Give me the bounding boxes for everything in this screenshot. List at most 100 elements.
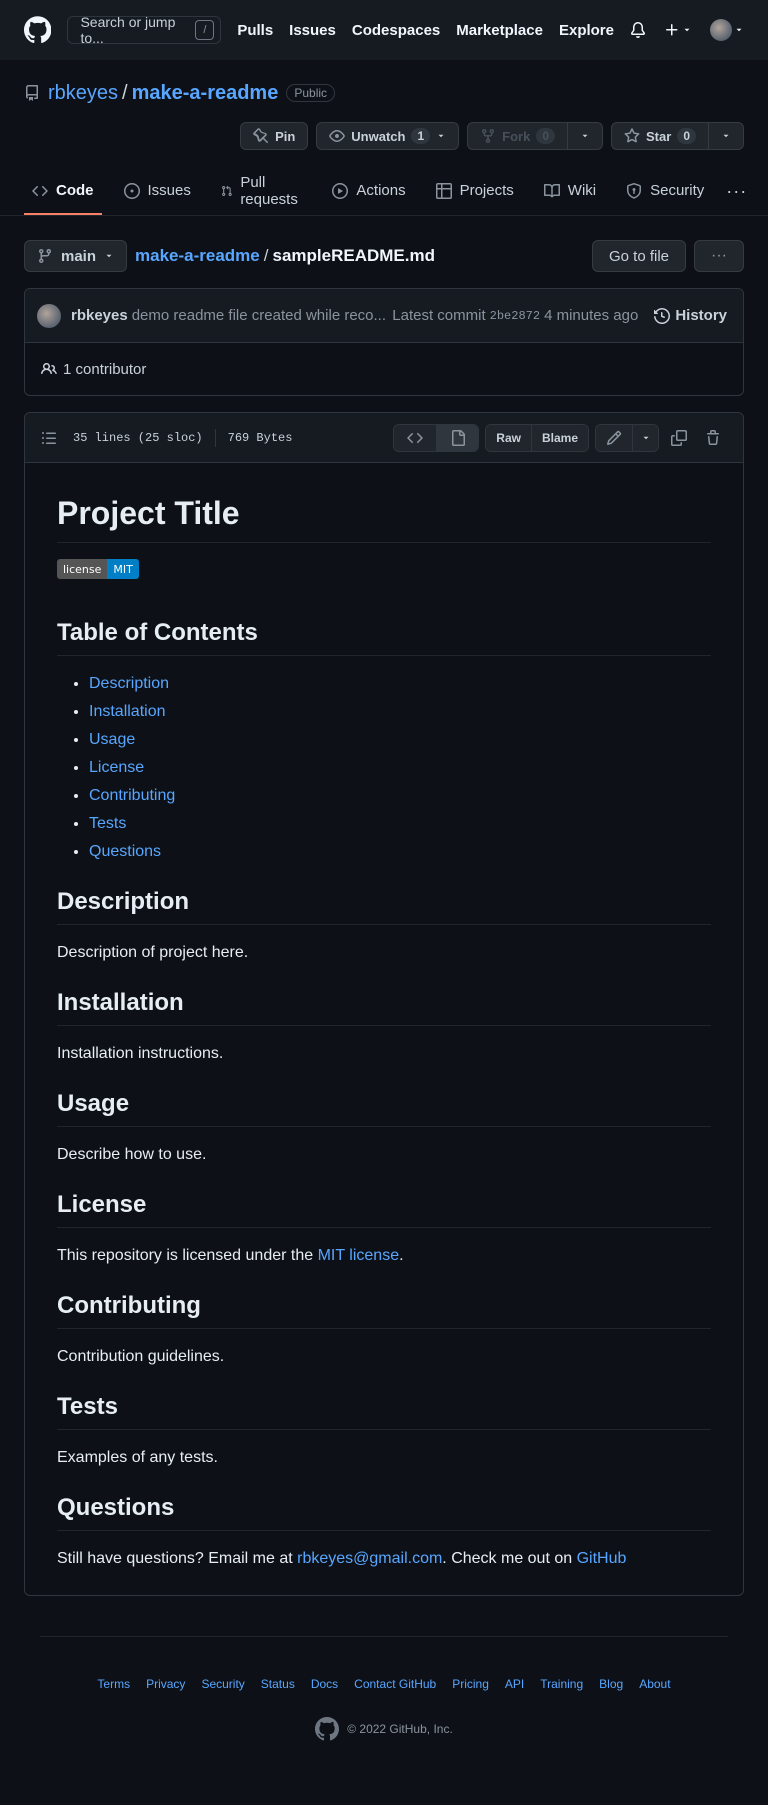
history-icon [654,307,671,324]
commit-author-link[interactable]: rbkeyes [71,307,128,324]
copy-button[interactable] [665,424,693,452]
toc-link-license[interactable]: License [89,759,144,776]
footer-link-docs[interactable]: Docs [311,1677,338,1691]
repo-header: rbkeyes / make-a-readme Public Pin Unwat… [0,60,768,152]
toc-link-usage[interactable]: Usage [89,731,135,748]
go-to-file-button[interactable]: Go to file [591,240,686,272]
toc-link-questions[interactable]: Questions [89,843,161,860]
source-view-button[interactable] [394,424,437,451]
pin-button[interactable]: Pin [240,122,309,150]
pull-request-icon [221,185,232,196]
toc-link-installation[interactable]: Installation [89,703,166,720]
github-logo-icon[interactable] [24,14,52,46]
tab-actions[interactable]: Actions [324,168,413,215]
nav-issues[interactable]: Issues [289,22,336,39]
more-tabs-button[interactable]: ··· [726,168,747,215]
list-item: Tests [89,812,711,836]
tab-pull-requests[interactable]: Pull requests [213,168,311,215]
star-dropdown[interactable] [708,123,743,149]
blame-button[interactable]: Blame [530,424,588,451]
caret-down-icon [438,134,444,138]
tab-wiki[interactable]: Wiki [536,168,604,215]
footer-link-blog[interactable]: Blog [599,1677,623,1691]
tab-security[interactable]: Security [618,168,712,215]
fork-button[interactable]: Fork 0 [467,122,604,150]
footer-link-contact[interactable]: Contact GitHub [354,1677,436,1691]
edit-dropdown[interactable] [632,424,658,451]
installation-heading: Installation [57,989,711,1026]
contributing-heading: Contributing [57,1292,711,1329]
email-link[interactable]: rbkeyes@gmail.com [297,1550,442,1567]
line-count: 35 lines (25 sloc) [73,430,203,445]
rendered-view-button[interactable] [436,424,479,451]
repo-tabs: Code Issues Pull requests Actions Projec… [0,168,768,216]
breadcrumb-repo-link[interactable]: make-a-readme [135,246,260,266]
usage-text: Describe how to use. [57,1146,207,1163]
footer-link-pricing[interactable]: Pricing [452,1677,489,1691]
search-input[interactable]: Search or jump to... / [67,14,222,46]
nav-pulls[interactable]: Pulls [237,22,273,39]
more-options-button[interactable]: ··· [694,240,744,272]
visibility-badge: Public [286,84,336,102]
branch-selector[interactable]: main [24,240,128,272]
github-profile-link[interactable]: GitHub [577,1550,627,1567]
file-info: 35 lines (25 sloc) 769 Bytes [73,428,292,447]
badge-value: MIT [107,559,139,579]
contributors-count: 1 contributor [63,360,147,378]
delete-button[interactable] [699,424,727,452]
file-header: 35 lines (25 sloc) 769 Bytes Raw Blame [25,413,743,463]
footer-link-about[interactable]: About [639,1677,670,1691]
star-button[interactable]: Star 0 [611,122,744,150]
footer-link-security[interactable]: Security [201,1677,244,1691]
license-badge[interactable]: license MIT [57,559,139,579]
list-icon[interactable] [41,430,57,446]
github-logo-icon[interactable] [315,1717,340,1741]
fork-count: 0 [536,128,556,144]
user-menu[interactable] [710,19,744,41]
footer-link-terms[interactable]: Terms [97,1677,130,1691]
tab-projects[interactable]: Projects [428,168,522,215]
footer-link-training[interactable]: Training [540,1677,583,1691]
footer-link-api[interactable]: API [505,1677,524,1691]
raw-blame-group: Raw Blame [485,423,589,452]
file-icon [451,429,465,446]
repo-name-link[interactable]: make-a-readme [132,82,279,105]
tab-code[interactable]: Code [24,168,102,215]
contributors-row[interactable]: 1 contributor [25,343,743,395]
footer-link-status[interactable]: Status [261,1677,295,1691]
slash-key-hint: / [195,20,215,40]
nav-explore[interactable]: Explore [559,22,614,39]
play-icon [332,182,349,199]
shield-icon [627,182,642,199]
avatar[interactable] [37,303,61,328]
nav-marketplace[interactable]: Marketplace [456,22,543,39]
description-heading: Description [57,888,711,925]
repo-owner-link[interactable]: rbkeyes [48,82,118,105]
license-heading: License [57,1191,711,1228]
tests-text: Examples of any tests. [57,1449,218,1466]
mit-license-link[interactable]: MIT license [318,1247,400,1264]
global-nav: Pulls Issues Codespaces Marketplace Expl… [237,22,630,39]
fork-dropdown[interactable] [567,123,602,149]
fork-label: Fork [502,128,531,144]
code-icon [407,432,424,443]
raw-button[interactable]: Raw [486,424,531,451]
commit-sha-link[interactable]: 2be2872 [490,309,540,323]
commit-message-link[interactable]: demo readme file created while reco... [132,307,386,324]
toc-link-contributing[interactable]: Contributing [89,787,175,804]
tab-issues[interactable]: Issues [116,168,199,215]
history-link[interactable]: History [654,307,727,324]
bell-icon[interactable] [630,22,646,38]
create-new-button[interactable] [664,22,692,38]
questions-paragraph: Still have questions? Email me at rbkeye… [57,1547,711,1571]
nav-codespaces[interactable]: Codespaces [352,22,440,39]
watch-count: 1 [411,128,431,144]
installation-text: Installation instructions. [57,1045,224,1062]
fork-icon [482,129,495,144]
edit-button[interactable] [596,424,632,451]
toc-link-description[interactable]: Description [89,675,169,692]
toc-link-tests[interactable]: Tests [89,815,126,832]
unwatch-button[interactable]: Unwatch 1 [316,122,460,150]
footer-link-privacy[interactable]: Privacy [146,1677,185,1691]
tab-label: Wiki [567,182,597,199]
